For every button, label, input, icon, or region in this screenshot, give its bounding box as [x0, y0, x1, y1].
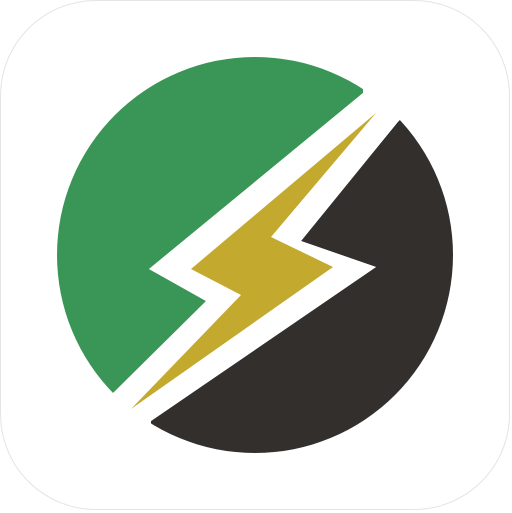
app-icon-tile[interactable]: [0, 0, 510, 510]
lightning-bolt-icon: [57, 57, 453, 453]
